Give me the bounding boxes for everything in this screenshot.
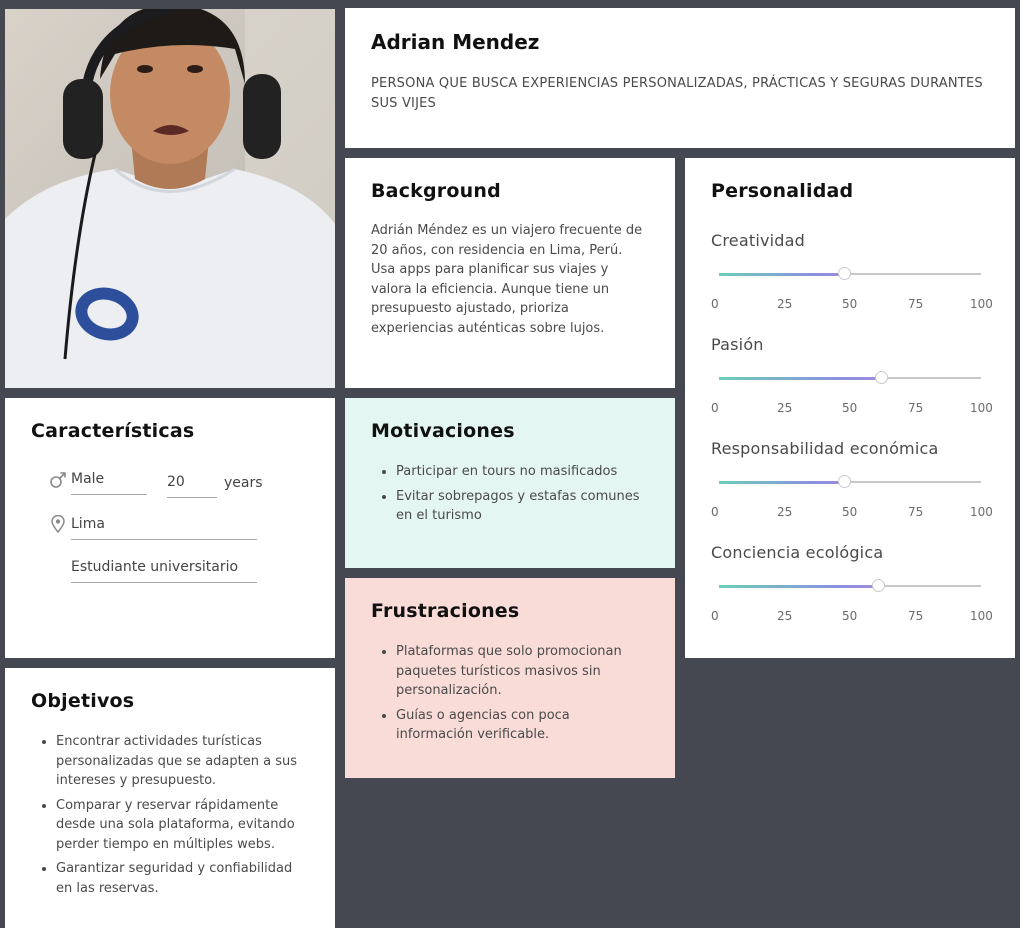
objectives-card: Objetivos Encontrar actividades turístic…: [5, 668, 335, 928]
personality-slider: Creatividad 0 25 50 75 100: [711, 231, 993, 311]
background-title: Background: [371, 180, 501, 202]
slider-fill: [719, 480, 845, 484]
tick-label: 0: [711, 297, 719, 311]
occupation-field[interactable]: Estudiante universitario: [71, 559, 257, 583]
tick-label: 50: [842, 401, 858, 415]
list-item: Garantizar seguridad y confiabilidad en …: [56, 859, 309, 898]
slider-thumb[interactable]: [872, 579, 886, 592]
tick-label: 25: [777, 297, 793, 311]
background-card: Background Adrián Méndez es un viajero f…: [345, 158, 675, 388]
frustrations-title: Frustraciones: [371, 600, 520, 622]
slider-fill: [719, 272, 845, 276]
persona-name: Adrian Mendez: [371, 30, 540, 54]
personality-slider: Conciencia ecológica 0 25 50 75 100: [711, 543, 993, 623]
tick-label: 0: [711, 609, 719, 623]
slider-label: Creatividad: [711, 231, 805, 250]
slider-label: Responsabilidad económica: [711, 439, 939, 458]
objectives-title: Objetivos: [31, 690, 135, 712]
characteristics-card: Características Male 20 years Lima Estud…: [5, 398, 335, 658]
tick-label: 50: [842, 505, 858, 519]
tick-label: 25: [777, 505, 793, 519]
personality-title: Personalidad: [711, 180, 854, 202]
tick-label: 100: [970, 401, 993, 415]
tick-label: 0: [711, 401, 719, 415]
slider-track[interactable]: [719, 475, 981, 488]
slider-label: Pasión: [711, 335, 764, 354]
list-item: Plataformas que solo promocionan paquete…: [396, 642, 649, 701]
slider-label: Conciencia ecológica: [711, 543, 884, 562]
slider-thumb[interactable]: [838, 475, 852, 488]
slider-thumb[interactable]: [838, 267, 852, 280]
objectives-list: Encontrar actividades turísticas persona…: [31, 732, 309, 898]
tick-label: 75: [908, 609, 924, 623]
list-item: Encontrar actividades turísticas persona…: [56, 732, 309, 791]
motivations-card: Motivaciones Participar en tours no masi…: [345, 398, 675, 568]
tick-label: 75: [908, 505, 924, 519]
map-pin-icon: [51, 514, 65, 537]
slider-fill: [719, 584, 879, 588]
tick-label: 50: [842, 609, 858, 623]
personality-slider: Pasión 0 25 50 75 100: [711, 335, 993, 415]
male-symbol-icon: [49, 471, 67, 493]
background-text: Adrián Méndez es un viajero frecuente de…: [371, 223, 643, 336]
tick-label: 100: [970, 609, 993, 623]
tick-label: 100: [970, 297, 993, 311]
gender-field[interactable]: Male: [71, 471, 147, 495]
list-item: Evitar sobrepagos y estafas comunes en e…: [396, 487, 649, 526]
slider-track[interactable]: [719, 267, 981, 280]
location-field[interactable]: Lima: [71, 516, 257, 540]
persona-header: Adrian Mendez PERSONA QUE BUSCA EXPERIEN…: [345, 8, 1015, 148]
slider-track[interactable]: [719, 579, 981, 592]
tick-label: 0: [711, 505, 719, 519]
tick-label: 50: [842, 297, 858, 311]
persona-tagline: PERSONA QUE BUSCA EXPERIENCIAS PERSONALI…: [371, 76, 983, 111]
personality-slider: Responsabilidad económica 0 25 50 75 100: [711, 439, 993, 519]
persona-photo: [5, 9, 335, 388]
list-item: Comparar y reservar rápidamente desde un…: [56, 796, 309, 855]
frustrations-list: Plataformas que solo promocionan paquete…: [371, 642, 649, 745]
characteristics-title: Características: [31, 420, 195, 442]
persona-photo-image: [5, 9, 335, 388]
frustrations-card: Frustraciones Plataformas que solo promo…: [345, 578, 675, 778]
list-item: Guías o agencias con poca información ve…: [396, 706, 649, 745]
age-unit-label: years: [224, 475, 263, 491]
slider-track[interactable]: [719, 371, 981, 384]
personality-card: Personalidad Creatividad 0 25 50 75 100 Pasión…: [685, 158, 1015, 658]
tick-label: 100: [970, 505, 993, 519]
tick-label: 75: [908, 297, 924, 311]
list-item: Participar en tours no masificados: [396, 462, 649, 482]
tick-label: 25: [777, 401, 793, 415]
tick-label: 25: [777, 609, 793, 623]
slider-fill: [719, 376, 882, 380]
motivations-title: Motivaciones: [371, 420, 515, 442]
motivations-list: Participar en tours no masificados Evita…: [371, 462, 649, 526]
age-field[interactable]: 20: [167, 474, 217, 498]
slider-thumb[interactable]: [874, 371, 888, 384]
tick-label: 75: [908, 401, 924, 415]
